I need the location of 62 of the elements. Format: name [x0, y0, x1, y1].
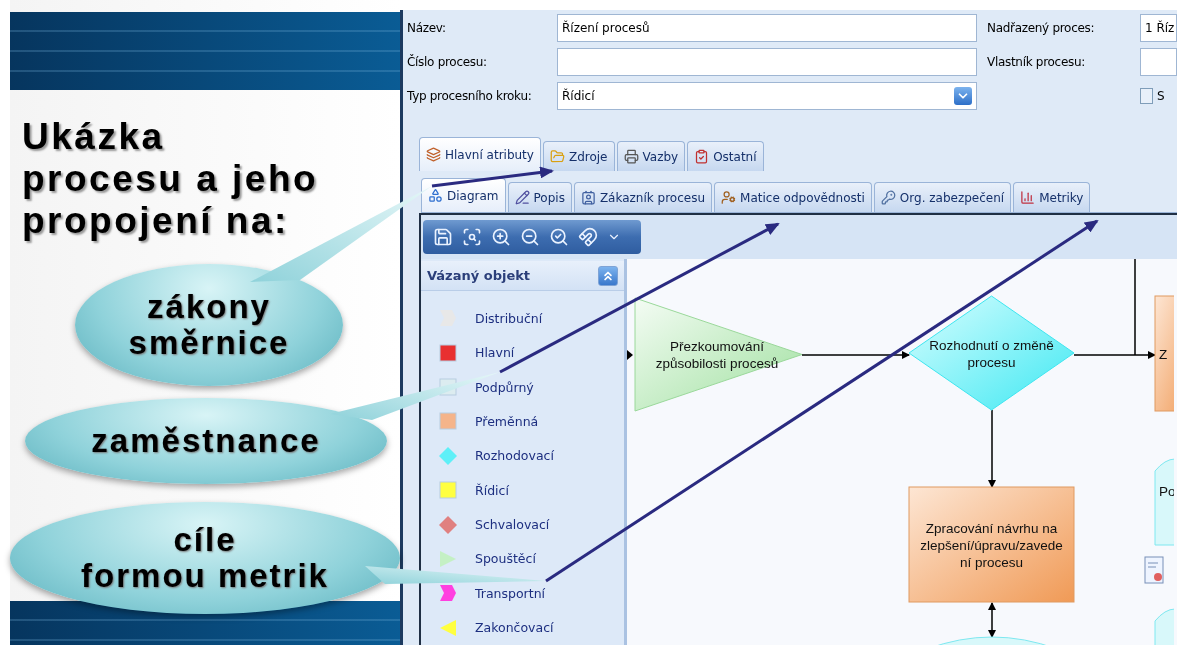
input-field[interactable] [1140, 48, 1177, 76]
user-icon [721, 190, 737, 205]
printer-icon [623, 149, 639, 164]
zoom-out-icon[interactable] [520, 227, 540, 247]
object-type-item[interactable]: Přeměnná [421, 404, 624, 439]
object-type-item[interactable]: Řídicí [421, 473, 624, 508]
tab[interactable]: Popis [507, 182, 572, 212]
callout-text: zaměstnance [91, 423, 321, 459]
object-type-item[interactable]: Hlavní [421, 335, 624, 370]
tab[interactable]: Vazby [616, 141, 686, 171]
object-type-item[interactable]: Spouštěcí [421, 541, 624, 577]
tab[interactable]: Zdroje [542, 141, 615, 171]
checkbox[interactable] [1140, 88, 1153, 104]
bar-chart-icon [1020, 190, 1036, 205]
node-label: Zpracování návrhu na zlepšení/úpravu/zavede ní procesu [920, 520, 1063, 570]
callout-text: zákony směrnice [128, 289, 290, 361]
node-label: Z [1159, 346, 1168, 362]
object-type-item[interactable]: Schvalovací [421, 507, 624, 542]
input-field[interactable]: Řízení procesů [557, 14, 977, 42]
object-type-item[interactable]: Zakončovací [421, 610, 624, 645]
input-field[interactable] [557, 48, 977, 76]
tab[interactable]: Ostatní [687, 141, 764, 171]
field-label: Nadřazený proces: [987, 21, 1096, 35]
arrow-head-icon [627, 350, 633, 360]
dropdown-field[interactable]: Řídicí [557, 82, 977, 110]
tab[interactable]: Metriky [1013, 182, 1091, 212]
object-type-item[interactable]: Distribuční [421, 301, 624, 336]
field-label: Číslo procesu: [407, 55, 488, 69]
document-icon [1144, 556, 1164, 584]
zoom-fit-icon[interactable] [462, 227, 482, 247]
panel-title: Vázaný objekt [427, 268, 531, 284]
slide-title: Ukázka procesu a jeho propojení na: [22, 116, 320, 242]
node-label: Přezkoumování způsobilosti procesů [655, 339, 779, 371]
input-field[interactable]: 1 Říz [1140, 14, 1177, 42]
node-label: Rozhodnutí o změně procesu [929, 337, 1054, 370]
layers-icon [426, 147, 441, 162]
id-card-icon [580, 190, 596, 205]
checklist-icon [694, 149, 710, 164]
checkbox-label: S [1157, 89, 1166, 103]
double-arrow [988, 602, 996, 638]
magnet-icon[interactable] [578, 227, 598, 247]
tab[interactable]: Diagram [421, 178, 506, 212]
zoom-in-icon[interactable] [491, 227, 511, 247]
tab[interactable]: Matice odpovědnosti [714, 182, 872, 212]
cylinder-shape [1154, 608, 1174, 645]
object-type-item[interactable]: Transportní [421, 576, 624, 611]
field-label: Typ procesního kroku: [407, 89, 533, 103]
pencil-icon [514, 190, 530, 205]
key-icon [880, 190, 896, 205]
tab[interactable]: Hlavní atributy [419, 137, 541, 171]
zoom-reset-icon[interactable] [549, 227, 569, 247]
field-label: Název: [407, 21, 447, 35]
save-icon[interactable] [433, 227, 453, 247]
tab[interactable]: Zákazník procesu [573, 182, 713, 212]
callout-text: cíle formou metrik [81, 522, 329, 594]
object-type-item[interactable]: Rozhodovací [421, 438, 624, 473]
collapse-button[interactable] [598, 265, 618, 286]
dropdown-button[interactable] [954, 87, 972, 105]
shapes-icon [428, 188, 443, 203]
tab[interactable]: Org. zabezpečení [873, 182, 1012, 212]
field-label: Vlastník procesu: [987, 55, 1086, 69]
folder-icon [549, 149, 565, 164]
